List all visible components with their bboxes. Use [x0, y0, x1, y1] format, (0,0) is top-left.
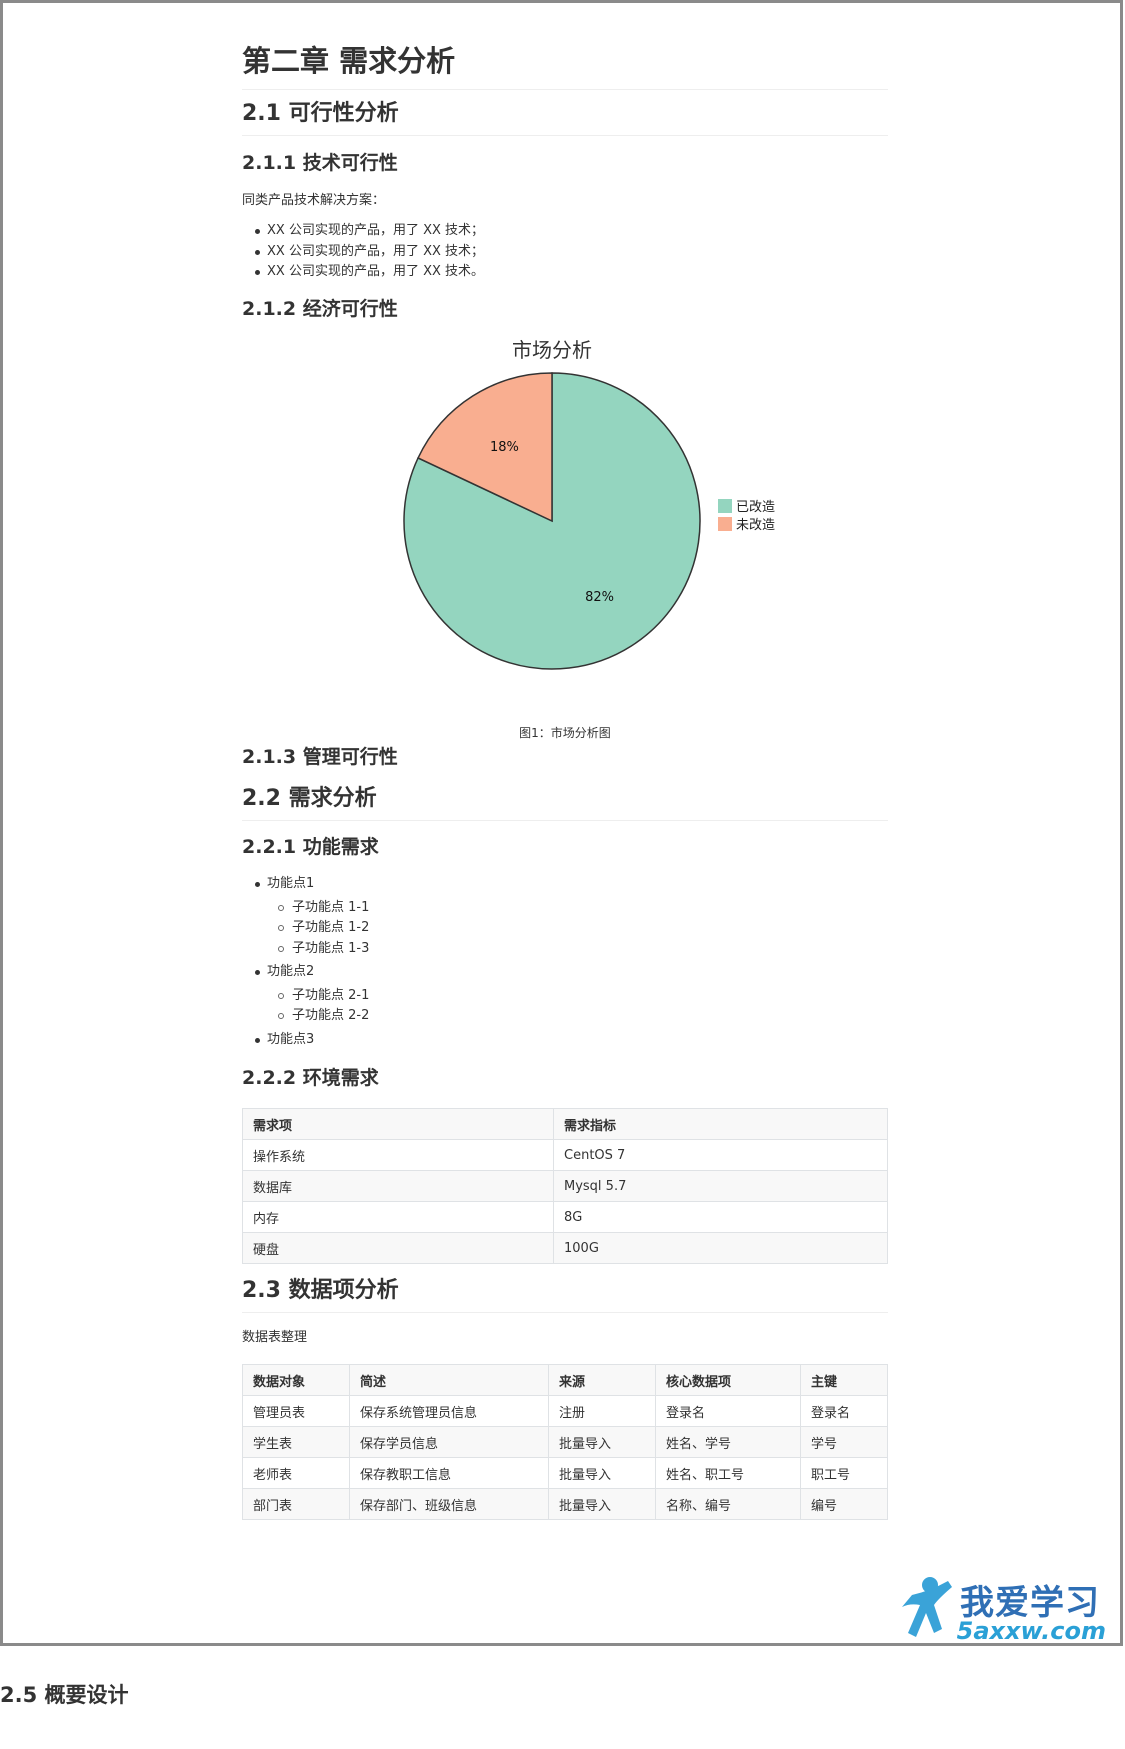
table-cell: 姓名、职工号 [655, 1457, 801, 1489]
table-cell: 学号 [800, 1426, 888, 1458]
table-cell: 操作系统 [242, 1139, 554, 1171]
section-2-1-1-heading: 2.1.1 技术可行性 [242, 152, 398, 174]
table-cell: 保存系统管理员信息 [349, 1395, 549, 1427]
table-cell: 8G [553, 1201, 888, 1233]
table-cell: Mysql 5.7 [553, 1170, 888, 1202]
table-header-cell: 来源 [548, 1364, 656, 1396]
table-row: 硬盘 100G [242, 1232, 888, 1264]
table-row: 操作系统 CentOS 7 [242, 1139, 888, 1171]
pie-slice-label: 82% [585, 590, 614, 605]
solutions-intro: 同类产品技术解决方案： [242, 193, 386, 208]
table-header-row: 数据对象 简述 来源 核心数据项 主键 [242, 1364, 888, 1396]
table-cell: 职工号 [800, 1457, 888, 1489]
table-row: 数据库 Mysql 5.7 [242, 1170, 888, 1202]
section-2-2-heading: 2.2 需求分析 [242, 784, 888, 821]
table-cell: 批量导入 [548, 1488, 656, 1520]
legend-label: 已改造 [736, 500, 775, 515]
table-row: 管理员表 保存系统管理员信息 注册 登录名 登录名 [242, 1395, 888, 1427]
table-cell: 硬盘 [242, 1232, 554, 1264]
chapter-title: 第二章 需求分析 [242, 39, 888, 90]
table-header-cell: 简述 [349, 1364, 549, 1396]
table-cell: 名称、编号 [655, 1488, 801, 1520]
table-cell: 姓名、学号 [655, 1426, 801, 1458]
section-2-1-heading: 2.1 可行性分析 [242, 99, 888, 136]
section-2-1-3-heading: 2.1.3 管理可行性 [242, 746, 398, 768]
list-item: 子功能点 1-1 [267, 898, 369, 919]
table-cell: CentOS 7 [553, 1139, 888, 1171]
table-cell: 登录名 [800, 1395, 888, 1427]
table-cell: 登录名 [655, 1395, 801, 1427]
table-header-cell: 需求项 [242, 1108, 554, 1140]
pie-chart-svg: 市场分析 82% 18% 已改造未改造 [403, 338, 775, 670]
document-screenshot: 第二章 需求分析 2.1 可行性分析 2.1.1 技术可行性 同类产品技术解决方… [0, 0, 1123, 1646]
table-row: 部门表 保存部门、班级信息 批量导入 名称、编号 编号 [242, 1488, 888, 1520]
list-item: 功能点3 [242, 1030, 369, 1051]
list-item: 子功能点 2-1 [267, 986, 369, 1007]
table-row: 老师表 保存教职工信息 批量导入 姓名、职工号 职工号 [242, 1457, 888, 1489]
data-table-intro: 数据表整理 [242, 1330, 308, 1345]
table-cell: 部门表 [242, 1488, 350, 1520]
list-item: 子功能点 1-2 [267, 918, 369, 939]
legend-swatch [718, 517, 732, 531]
table-header-cell: 需求指标 [553, 1108, 888, 1140]
table-cell: 批量导入 [548, 1426, 656, 1458]
list-item: XX 公司实现的产品，用了 XX 技术； [242, 242, 484, 263]
data-items-table: 数据对象 简述 来源 核心数据项 主键 管理员表 保存系统管理员信息 注册 登录… [242, 1364, 888, 1520]
feature-label: 功能点1 [267, 876, 315, 891]
environment-table: 需求项 需求指标 操作系统 CentOS 7 数据库 Mysql 5.7 内存 … [242, 1108, 888, 1264]
table-cell: 保存教职工信息 [349, 1457, 549, 1489]
table-cell: 内存 [242, 1201, 554, 1233]
section-2-3-heading: 2.3 数据项分析 [242, 1276, 888, 1313]
table-cell: 管理员表 [242, 1395, 350, 1427]
table-row: 内存 8G [242, 1201, 888, 1233]
figure-caption: 图1：市场分析图 [519, 726, 611, 740]
section-2-2-1-heading: 2.2.1 功能需求 [242, 836, 379, 858]
feature-label: 功能点3 [267, 1031, 315, 1047]
list-item: 功能点1 子功能点 1-1 子功能点 1-2 子功能点 1-3 [242, 874, 369, 959]
table-header-cell: 主键 [800, 1364, 888, 1396]
sub-feature-list: 子功能点 2-1 子功能点 2-2 [267, 986, 369, 1027]
table-cell: 100G [553, 1232, 888, 1264]
section-2-1-2-heading: 2.1.2 经济可行性 [242, 298, 398, 320]
list-item: XX 公司实现的产品，用了 XX 技术。 [242, 262, 484, 283]
table-cell: 学生表 [242, 1426, 350, 1458]
list-item: 子功能点 2-2 [267, 1006, 369, 1027]
market-pie-chart: 市场分析 82% 18% 已改造未改造 [402, 321, 882, 681]
table-cell: 保存部门、班级信息 [349, 1488, 549, 1520]
watermark-url-text: 5axxw.com [956, 1617, 1106, 1645]
table-cell: 数据库 [242, 1170, 554, 1202]
table-header-cell: 核心数据项 [655, 1364, 801, 1396]
feature-label: 功能点2 [267, 964, 315, 979]
legend-swatch [718, 499, 732, 513]
legend-label: 未改造 [736, 518, 775, 533]
solutions-list: XX 公司实现的产品，用了 XX 技术； XX 公司实现的产品，用了 XX 技术… [242, 221, 484, 283]
sub-feature-list: 子功能点 1-1 子功能点 1-2 子功能点 1-3 [267, 898, 369, 960]
chart-legend: 已改造未改造 [718, 499, 775, 533]
table-cell: 保存学员信息 [349, 1426, 549, 1458]
list-item: XX 公司实现的产品，用了 XX 技术； [242, 221, 484, 242]
list-item: 功能点2 子功能点 2-1 子功能点 2-2 [242, 962, 369, 1027]
pie-slices: 82% 18% [403, 372, 701, 670]
table-header-row: 需求项 需求指标 [242, 1108, 888, 1140]
table-cell: 批量导入 [548, 1457, 656, 1489]
table-row: 学生表 保存学员信息 批量导入 姓名、学号 学号 [242, 1426, 888, 1458]
table-cell: 编号 [800, 1488, 888, 1520]
section-2-2-2-heading: 2.2.2 环境需求 [242, 1067, 379, 1089]
list-item: 子功能点 1-3 [267, 939, 369, 960]
feature-list: 功能点1 子功能点 1-1 子功能点 1-2 子功能点 1-3 功能点2 子功能… [242, 874, 369, 1053]
pie-slice-label: 18% [490, 440, 519, 455]
table-cell: 老师表 [242, 1457, 350, 1489]
section-2-5-heading: 2.5 概要设计 [0, 1683, 129, 1707]
table-header-cell: 数据对象 [242, 1364, 350, 1396]
table-cell: 注册 [548, 1395, 656, 1427]
chart-title: 市场分析 [512, 338, 592, 362]
